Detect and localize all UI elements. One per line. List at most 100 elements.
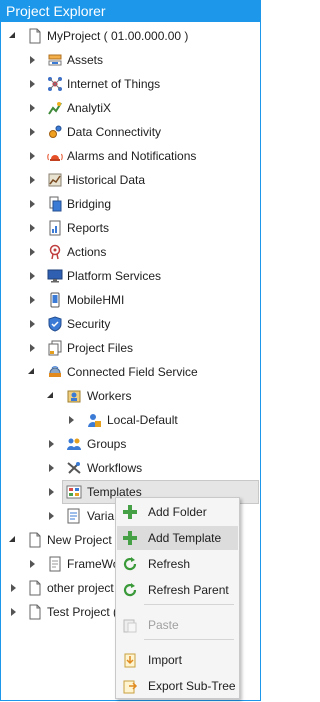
reports-icon <box>47 220 63 236</box>
tree-item-label: Project Files <box>67 341 134 355</box>
actions-icon <box>47 244 63 260</box>
expand-arrow-icon[interactable] <box>27 120 39 144</box>
tree-item-iot[interactable]: Internet of Things <box>0 72 261 96</box>
tree-item-label: AnalytiX <box>67 101 112 115</box>
expand-arrow-icon[interactable] <box>27 96 39 120</box>
expand-arrow-icon[interactable] <box>27 48 39 72</box>
tree-item-platform[interactable]: Platform Services <box>0 264 261 288</box>
tree-item-label: Internet of Things <box>67 77 161 91</box>
tree-item-label: Varia <box>87 509 115 523</box>
templates-icon <box>66 484 82 500</box>
expand-arrow-icon[interactable] <box>27 288 39 312</box>
project-file-icon <box>27 580 43 596</box>
expand-arrow-icon[interactable] <box>46 504 58 528</box>
tree-item-label: New Project <box>47 533 112 547</box>
plus-icon <box>122 530 138 546</box>
expand-arrow-icon[interactable] <box>8 576 20 600</box>
menu-item-paste: Paste <box>117 613 238 637</box>
menu-item-add-folder[interactable]: Add Folder <box>117 500 238 524</box>
gears-icon <box>47 124 63 140</box>
refresh-icon <box>122 582 138 598</box>
tree-item-myproject[interactable]: MyProject ( 01.00.000.00 ) <box>0 24 261 48</box>
project-file-icon <box>27 604 43 620</box>
tree-item-label: Test Project ( <box>47 605 118 619</box>
export-icon <box>122 678 138 694</box>
menu-item-label: Add Folder <box>148 505 207 519</box>
menu-item-refresh-parent[interactable]: Refresh Parent <box>117 578 238 602</box>
field-service-icon <box>47 364 63 380</box>
menu-item-export-sub-tree[interactable]: Export Sub-Tree <box>117 674 238 698</box>
workflows-icon <box>66 460 82 476</box>
expand-arrow-icon[interactable] <box>27 144 39 168</box>
refresh-icon <box>122 556 138 572</box>
tree-item-data-connectivity[interactable]: Data Connectivity <box>0 120 261 144</box>
expand-arrow-icon[interactable] <box>27 312 39 336</box>
historical-icon <box>47 172 63 188</box>
shield-icon <box>47 316 63 332</box>
tree-item-bridging[interactable]: Bridging <box>0 192 261 216</box>
tree-item-security[interactable]: Security <box>0 312 261 336</box>
expand-arrow-icon[interactable] <box>27 264 39 288</box>
menu-separator <box>144 604 234 605</box>
expand-arrow-icon[interactable] <box>27 192 39 216</box>
expand-arrow-icon[interactable] <box>8 600 20 624</box>
tree-item-label: Data Connectivity <box>67 125 162 139</box>
expand-arrow-icon[interactable] <box>66 408 78 432</box>
expand-arrow-icon[interactable] <box>27 168 39 192</box>
tree-item-label: Local-Default <box>107 413 178 427</box>
expand-arrow-icon[interactable] <box>27 336 39 360</box>
tree-item-local-default[interactable]: Local-Default <box>0 408 261 432</box>
expand-arrow-icon[interactable] <box>27 240 39 264</box>
tree-item-historical[interactable]: Historical Data <box>0 168 261 192</box>
expand-arrow-icon[interactable] <box>46 456 58 480</box>
expand-arrow-icon[interactable] <box>27 552 39 576</box>
panel-title: Project Explorer <box>0 0 261 22</box>
collapse-arrow-icon[interactable] <box>8 24 20 48</box>
tree-item-alarms[interactable]: Alarms and Notifications <box>0 144 261 168</box>
tree-item-cfs[interactable]: Connected Field Service <box>0 360 261 384</box>
paste-icon <box>122 617 138 633</box>
menu-item-add-template[interactable]: Add Template <box>117 526 238 550</box>
tree-item-label: Connected Field Service <box>67 365 198 379</box>
tree-item-assets[interactable]: Assets <box>0 48 261 72</box>
tree-item-workflows[interactable]: Workflows <box>0 456 261 480</box>
menu-item-label: Refresh Parent <box>148 583 229 597</box>
tree-item-label: Historical Data <box>67 173 146 187</box>
menu-separator <box>144 639 234 640</box>
tree-item-label: Alarms and Notifications <box>67 149 197 163</box>
tree-item-label: Workflows <box>87 461 143 475</box>
tree-item-label: Bridging <box>67 197 112 211</box>
collapse-arrow-icon[interactable] <box>8 528 20 552</box>
tree-item-mobilehmi[interactable]: MobileHMI <box>0 288 261 312</box>
project-file-icon <box>27 28 43 44</box>
mobile-icon <box>47 292 63 308</box>
context-menu: Add Folder Add Template Refresh Refresh Par… <box>115 497 240 699</box>
tree-item-label: Reports <box>67 221 110 235</box>
tree-item-label: Workers <box>87 389 132 403</box>
tree-item-reports[interactable]: Reports <box>0 216 261 240</box>
expand-arrow-icon[interactable] <box>46 432 58 456</box>
tree-item-actions[interactable]: Actions <box>0 240 261 264</box>
collapse-arrow-icon[interactable] <box>27 360 39 384</box>
monitor-icon <box>47 268 63 284</box>
tree-item-analytix[interactable]: AnalytiX <box>0 96 261 120</box>
expand-arrow-icon[interactable] <box>27 72 39 96</box>
alarm-icon <box>47 148 63 164</box>
expand-arrow-icon[interactable] <box>46 480 58 504</box>
plus-icon <box>122 504 138 520</box>
tree-item-project-files[interactable]: Project Files <box>0 336 261 360</box>
menu-item-refresh[interactable]: Refresh <box>117 552 238 576</box>
workers-icon <box>66 388 82 404</box>
collapse-arrow-icon[interactable] <box>46 384 58 408</box>
menu-item-import[interactable]: Import <box>117 648 238 672</box>
worker-icon <box>86 412 102 428</box>
tree-item-label: other project <box>47 581 114 595</box>
import-icon <box>122 652 138 668</box>
tree-item-label: FrameWo <box>67 557 120 571</box>
tree-item-workers[interactable]: Workers <box>0 384 261 408</box>
tree-item-label: Assets <box>67 53 104 67</box>
tree-item-groups[interactable]: Groups <box>0 432 261 456</box>
expand-arrow-icon[interactable] <box>27 216 39 240</box>
menu-item-label: Add Template <box>148 531 222 545</box>
tree-item-label: MobileHMI <box>67 293 125 307</box>
